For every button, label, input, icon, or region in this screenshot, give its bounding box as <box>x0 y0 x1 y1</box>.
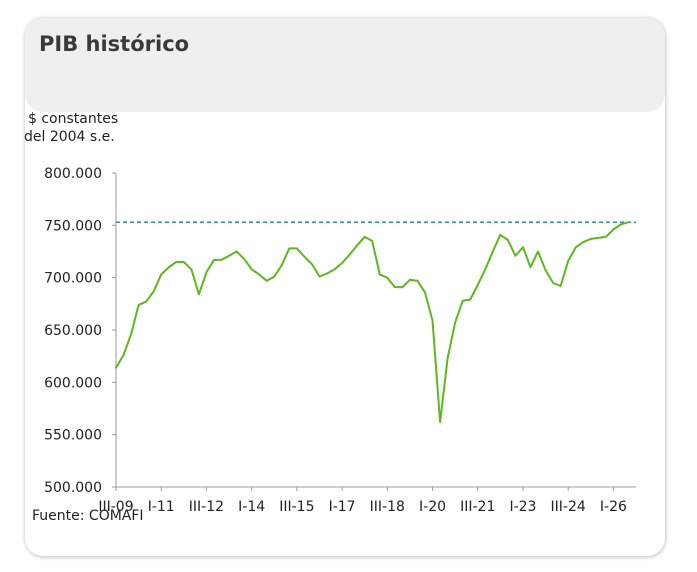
y-tick-label: 500.000 <box>44 480 102 496</box>
pib-line-chart: 500.000 550.000 600.000 650.000 700.000 750.0… <box>44 166 636 515</box>
tick-label-layer: 500.000 550.000 600.000 650.000 700.000 750.0… <box>44 166 627 515</box>
x-tick-label: I-23 <box>509 499 536 515</box>
y-axis-unit-line-2: del 2004 s.e. <box>24 129 115 145</box>
x-tick-label: I-14 <box>238 499 265 515</box>
y-tick-label: 650.000 <box>44 323 102 339</box>
x-tick-label: I-17 <box>329 499 356 515</box>
y-tick-label: 700.000 <box>44 271 102 287</box>
axes-layer <box>112 172 636 491</box>
y-axis-unit-line-1: $ constantes <box>28 111 119 127</box>
source-note: Fuente: COMAFI <box>32 508 144 524</box>
x-tick-label: I-20 <box>419 499 446 515</box>
x-tick-label: I-11 <box>148 499 175 515</box>
series-layer <box>115 221 630 424</box>
x-tick-label: III-24 <box>551 499 586 515</box>
x-tick-label: I-26 <box>600 499 627 515</box>
y-axis-unit-label: $ constantes del 2004 s.e. <box>24 110 148 146</box>
x-tick-label: III-12 <box>189 499 224 515</box>
pib-series-line <box>115 221 630 424</box>
y-tick-label: 750.000 <box>44 218 102 234</box>
y-tick-label: 550.000 <box>44 428 102 444</box>
x-tick-label: III-15 <box>279 499 314 515</box>
y-tick-label: 800.000 <box>44 166 102 182</box>
y-tick-label: 600.000 <box>44 375 102 391</box>
x-tick-label: III-21 <box>460 499 495 515</box>
x-tick-label: III-18 <box>370 499 405 515</box>
